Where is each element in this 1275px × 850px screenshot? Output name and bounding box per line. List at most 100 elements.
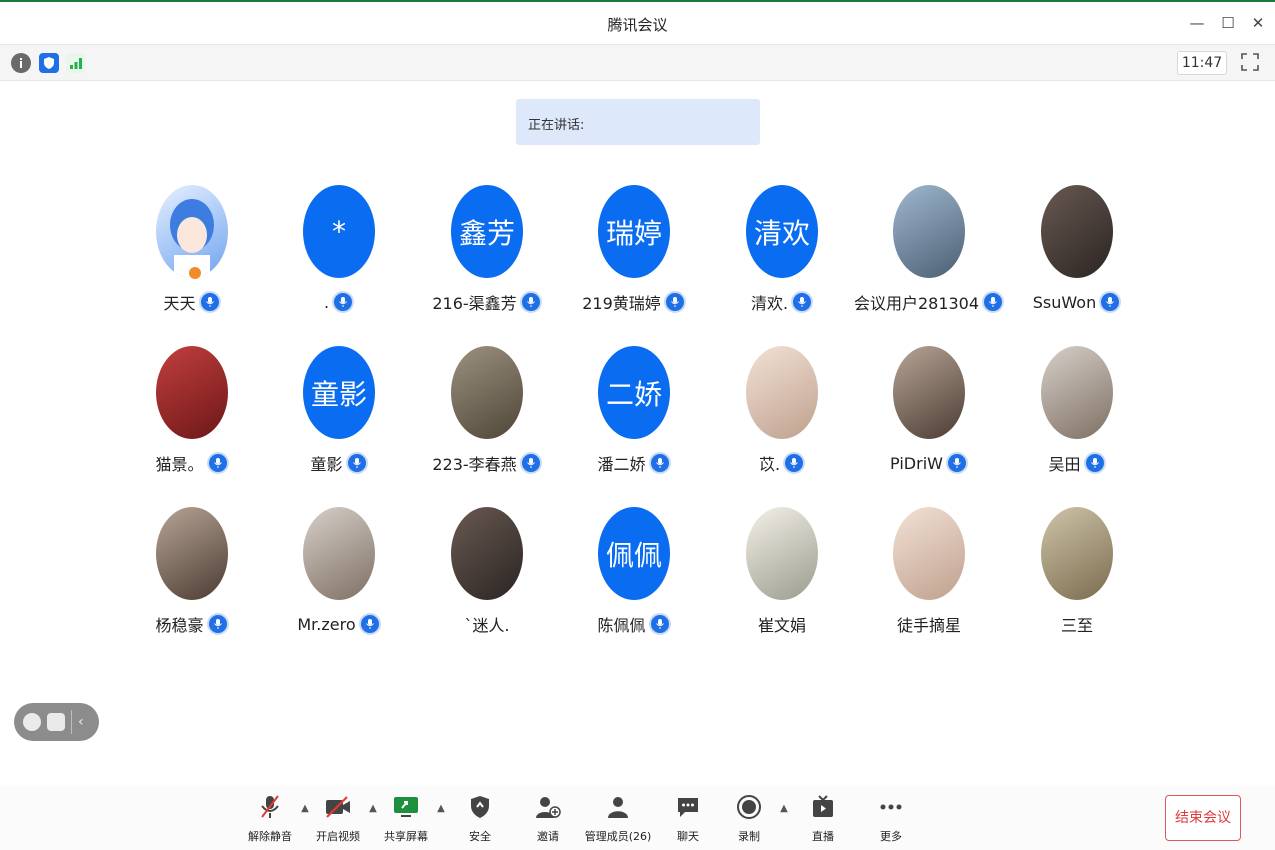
participant-name: 223-李春燕 <box>432 455 517 474</box>
participant-name: 潘二娇 <box>597 455 646 474</box>
end-meeting-button[interactable]: 结束会议 <box>1165 795 1241 841</box>
chat-icon <box>675 794 701 820</box>
floating-chat-pill[interactable]: ‹ <box>14 703 99 741</box>
participant-tile[interactable]: * . <box>265 185 413 335</box>
participant-name: 清欢. <box>750 294 789 313</box>
participant-avatar <box>1041 346 1113 439</box>
participant-avatar <box>451 346 523 439</box>
mic-icon <box>206 452 229 474</box>
share-screen-label: 共享屏幕 <box>384 830 428 843</box>
mic-icon <box>358 613 381 635</box>
participant-avatar: 童影 <box>303 346 375 439</box>
participant-tile[interactable]: 鑫芳 216-渠鑫芳 <box>413 185 561 335</box>
participant-name: 会议用户281304 <box>853 294 980 313</box>
invite-button[interactable]: 邀请 <box>508 794 588 844</box>
participant-name: SsuWon <box>1032 292 1097 312</box>
participant-avatar <box>746 346 818 439</box>
participant-tile[interactable]: 佩佩 陈佩佩 <box>560 507 708 657</box>
mic-icon <box>1083 452 1106 474</box>
chat-bubble-icon[interactable] <box>47 713 65 731</box>
participant-tile[interactable]: PiDriW <box>855 346 1003 496</box>
participant-avatar <box>156 507 228 600</box>
participant-tile[interactable]: 223-李春燕 <box>413 346 561 496</box>
participant-avatar: * <box>303 185 375 278</box>
window-title: 腾讯会议 <box>607 16 668 34</box>
mic-icon <box>791 291 814 313</box>
participant-tile[interactable]: Mr.zero <box>265 507 413 657</box>
record-button[interactable]: 录制 <box>709 794 789 844</box>
close-icon[interactable]: ✕ <box>1249 14 1267 32</box>
mic-icon <box>345 452 368 474</box>
info-icon[interactable] <box>11 53 31 73</box>
mic-icon <box>1099 291 1122 313</box>
participant-tile[interactable]: 童影 童影 <box>265 346 413 496</box>
mic-icon <box>198 291 221 313</box>
fullscreen-icon[interactable] <box>1241 53 1259 71</box>
more-dots-icon <box>878 794 904 820</box>
participant-name: PiDriW <box>890 453 943 473</box>
mic-muted-icon <box>257 794 283 820</box>
participant-tile[interactable]: 会议用户281304 <box>853 185 1005 335</box>
participant-tile[interactable]: 崔文娟 <box>708 507 856 657</box>
participant-tile[interactable]: 吴田 <box>1003 346 1151 496</box>
participant-name: 徒手摘星 <box>896 616 961 635</box>
mic-icon <box>206 613 229 635</box>
maximize-icon[interactable]: ☐ <box>1219 14 1237 32</box>
record-icon <box>736 794 762 820</box>
info-bar: 11:47 <box>0 44 1275 81</box>
mic-icon <box>648 613 671 635</box>
participant-avatar: 二娇 <box>598 346 670 439</box>
participant-avatar <box>1041 507 1113 600</box>
participant-name: 天天 <box>163 294 196 313</box>
participant-name: 苡. <box>758 455 781 474</box>
participant-avatar: 瑞婷 <box>598 185 670 278</box>
participant-tile[interactable]: 猫景。 <box>118 346 266 496</box>
bottom-toolbar: 解除静音 ▲ 开启视频 ▲ 共享屏幕 ▲ 安全 邀请 管理成员(26) 聊天 录… <box>0 786 1275 850</box>
participant-tile[interactable]: 二娇 潘二娇 <box>560 346 708 496</box>
participant-avatar: 佩佩 <box>598 507 670 600</box>
mic-icon <box>332 291 355 313</box>
mic-icon <box>982 291 1005 313</box>
mic-icon <box>648 452 671 474</box>
participant-tile[interactable]: SsuWon <box>1003 185 1151 335</box>
participant-tile[interactable]: 徒手摘星 <box>855 507 1003 657</box>
share-screen-icon <box>393 794 419 820</box>
collapse-arrow-icon[interactable]: ‹ <box>78 714 84 730</box>
participant-name: 吴田 <box>1048 455 1081 474</box>
manage-members-button[interactable]: 管理成员(26) <box>578 794 658 844</box>
participant-avatar: 鑫芳 <box>451 185 523 278</box>
shield-icon[interactable] <box>39 53 59 73</box>
participant-name: 陈佩佩 <box>597 616 646 635</box>
participant-name: 219黄瑞婷 <box>582 294 661 313</box>
members-icon <box>605 794 631 820</box>
participant-tile[interactable]: 三至 <box>1003 507 1151 657</box>
more-button[interactable]: 更多 <box>851 794 931 844</box>
title-bar: 腾讯会议 — ☐ ✕ <box>0 0 1275 44</box>
security-shield-icon <box>467 794 493 820</box>
participant-name: Mr.zero <box>297 614 356 634</box>
participant-tile[interactable]: 瑞婷 219黄瑞婷 <box>560 185 708 335</box>
participant-tile[interactable]: 苡. <box>708 346 856 496</box>
participant-avatar <box>303 507 375 600</box>
manage-members-label: 管理成员(26) <box>584 830 652 843</box>
minimize-icon[interactable]: — <box>1188 14 1206 32</box>
participant-avatar <box>893 346 965 439</box>
invite-icon <box>535 794 561 820</box>
mic-icon <box>519 291 542 313</box>
participant-avatar <box>893 185 965 278</box>
share-screen-button[interactable]: 共享屏幕 <box>366 794 446 844</box>
live-stream-icon <box>810 794 836 820</box>
speaking-label: 正在讲话: <box>528 118 585 133</box>
pill-divider <box>71 710 72 734</box>
participant-tile[interactable]: 清欢 清欢. <box>708 185 856 335</box>
participant-name: 童影 <box>310 455 343 474</box>
participant-tile[interactable]: 天天 <box>118 185 266 335</box>
record-label: 录制 <box>738 830 760 843</box>
signal-icon[interactable] <box>66 53 86 73</box>
participant-avatar <box>156 346 228 439</box>
participant-tile[interactable]: `迷人. <box>413 507 561 657</box>
participant-tile[interactable]: 杨稳豪 <box>118 507 266 657</box>
emoji-icon[interactable] <box>23 713 41 731</box>
participant-name: 猫景。 <box>155 455 204 474</box>
mic-icon <box>663 291 686 313</box>
